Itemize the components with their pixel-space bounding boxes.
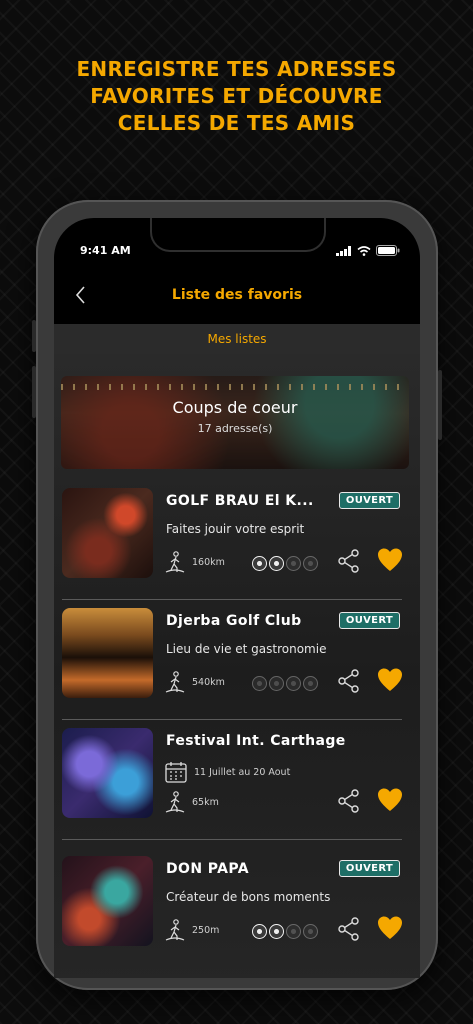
walking-person-icon [165,919,185,941]
favorites-list: Coups de coeur 17 adresse(s) GOLF BRAU E… [54,354,420,978]
phone-side-button [32,366,36,418]
status-badge: OUVERT [338,860,400,877]
tab-mes-listes[interactable]: Mes listes [207,332,266,346]
tab-bar: Mes listes [54,324,420,354]
calendar-icon [165,762,187,783]
walking-person-icon [165,671,185,693]
share-icon[interactable] [336,788,362,814]
share-icon[interactable] [336,916,362,942]
distance-row: 250m [164,918,219,942]
share-icon[interactable] [336,548,362,574]
place-title: GOLF BRAU El K... [166,493,314,509]
price-rating [252,924,318,939]
share-icon[interactable] [336,668,362,694]
rating-coin-icon [269,676,284,691]
banner-title: Coups de coeur [172,398,298,417]
rating-coin-icon [303,676,318,691]
place-thumbnail [62,856,153,946]
place-thumbnail [62,488,153,578]
event-title: Festival Int. Carthage [166,733,346,749]
phone-notch [150,218,326,252]
event-card[interactable]: Festival Int. Carthage 11 Juillet au 20 … [54,720,420,840]
rating-coin-icon [269,924,284,939]
app-header: Liste des favoris [54,268,420,322]
heart-icon[interactable] [376,786,404,814]
app-screen: 9:41 AM Liste des favoris Mes listes Cou… [54,218,420,978]
distance-label: 250m [192,924,220,936]
page-title: Liste des favoris [171,287,303,303]
promo-headline: ENREGISTRE TES ADRESSES FAVORITES ET DÉC… [0,56,473,137]
phone-side-button [32,320,36,352]
rating-coin-icon [286,556,301,571]
rating-coin-icon [303,924,318,939]
place-card[interactable]: Djerba Golf Club OUVERT Lieu de vie et g… [54,600,420,720]
place-card[interactable]: DON PAPA OUVERT Créateur de bons moments… [54,848,420,968]
phone-side-button [438,370,442,440]
heart-icon[interactable] [376,546,404,574]
event-date: 11 Juillet au 20 Aout [194,766,291,778]
distance-label: 160km [192,556,225,568]
price-rating [252,556,318,571]
place-subtitle: Créateur de bons moments [166,890,331,904]
chevron-left-icon[interactable] [70,283,92,307]
status-icons [336,245,400,256]
status-badge: OUVERT [338,612,400,629]
status-time: 9:41 AM [80,244,131,257]
rating-coin-icon [252,924,267,939]
status-badge: OUVERT [338,492,400,509]
cellular-signal-icon [336,245,351,256]
promo-line-3: CELLES DE TES AMIS [117,111,356,135]
rating-coin-icon [269,556,284,571]
distance-row: 65km [164,790,219,814]
card-divider [62,839,402,840]
distance-row: 160km [164,550,225,574]
distance-label: 540km [192,676,225,688]
distance-label: 65km [192,796,219,808]
price-rating [252,676,318,691]
walking-person-icon [165,791,185,813]
rating-coin-icon [286,676,301,691]
list-banner-coups-de-coeur[interactable]: Coups de coeur 17 adresse(s) [61,376,409,469]
rating-coin-icon [252,556,267,571]
promo-line-1: ENREGISTRE TES ADRESSES [76,57,397,81]
rating-coin-icon [252,676,267,691]
place-subtitle: Lieu de vie et gastronomie [166,642,327,656]
banner-count: 17 adresse(s) [197,422,273,435]
distance-row: 540km [164,670,225,694]
place-title: Djerba Golf Club [166,613,302,629]
promo-line-2: FAVORITES ET DÉCOUVRE [90,84,383,108]
event-date-row: 11 Juillet au 20 Aout [164,760,290,784]
rating-coin-icon [303,556,318,571]
walking-person-icon [165,551,185,573]
rating-coin-icon [286,924,301,939]
event-thumbnail [62,728,153,818]
place-thumbnail [62,608,153,698]
place-title: DON PAPA [166,861,249,877]
banner-lights-decoration [61,384,409,390]
wifi-icon [357,245,371,256]
place-subtitle: Faites jouir votre esprit [166,522,305,536]
heart-icon[interactable] [376,914,404,942]
battery-icon [376,245,400,256]
place-card[interactable]: GOLF BRAU El K... OUVERT Faites jouir vo… [54,480,420,600]
heart-icon[interactable] [376,666,404,694]
